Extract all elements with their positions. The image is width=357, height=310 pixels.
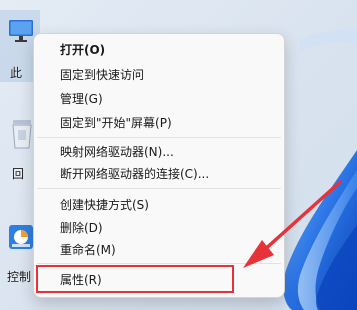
- desktop: 此 回 控制 打开(O) 固定到快速访问 管理(G) 固定到"开始"屏幕(P) …: [0, 0, 357, 310]
- red-arrow-icon: [243, 180, 342, 268]
